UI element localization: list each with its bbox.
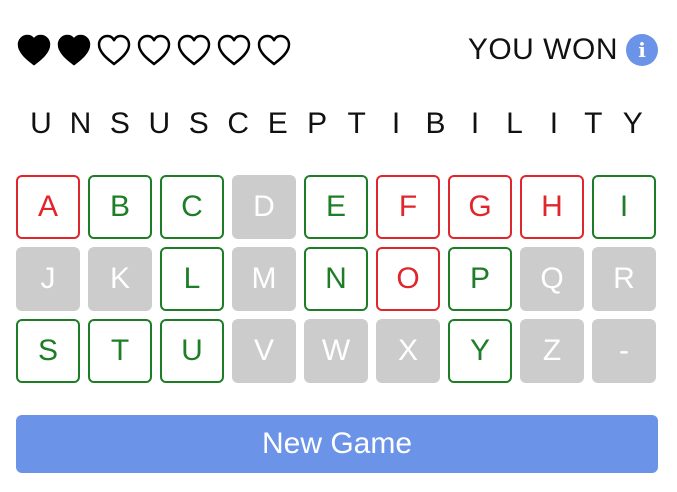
key-k[interactable]: K xyxy=(88,247,152,311)
key-q[interactable]: Q xyxy=(520,247,584,311)
word-letter: N xyxy=(69,107,92,140)
key-f[interactable]: F xyxy=(376,175,440,239)
heart-empty-icon xyxy=(177,34,211,66)
word-letter: S xyxy=(188,107,209,140)
heart-empty-icon xyxy=(97,34,131,66)
key-s[interactable]: S xyxy=(16,319,80,383)
key-a[interactable]: A xyxy=(16,175,80,239)
key-d[interactable]: D xyxy=(232,175,296,239)
word-letter: C xyxy=(227,107,250,140)
key-dash[interactable]: - xyxy=(592,319,656,383)
word-letter: L xyxy=(506,107,523,140)
key-e[interactable]: E xyxy=(304,175,368,239)
key-z[interactable]: Z xyxy=(520,319,584,383)
word-letter: U xyxy=(148,107,171,140)
key-y[interactable]: Y xyxy=(448,319,512,383)
word-display: UNSUSCEPTIBILITY xyxy=(16,106,658,142)
key-u[interactable]: U xyxy=(160,319,224,383)
word-letter: S xyxy=(109,107,130,140)
key-w[interactable]: W xyxy=(304,319,368,383)
new-game-button[interactable]: New Game xyxy=(16,415,658,473)
info-icon[interactable]: i xyxy=(626,34,658,66)
word-letter: Y xyxy=(622,107,643,140)
word-letter: I xyxy=(549,107,559,140)
key-h[interactable]: H xyxy=(520,175,584,239)
key-c[interactable]: C xyxy=(160,175,224,239)
key-n[interactable]: N xyxy=(304,247,368,311)
key-b[interactable]: B xyxy=(88,175,152,239)
key-l[interactable]: L xyxy=(160,247,224,311)
top-bar: YOU WON i xyxy=(16,32,658,68)
heart-full-icon xyxy=(17,34,51,66)
key-o[interactable]: O xyxy=(376,247,440,311)
word-letter: I xyxy=(391,107,401,140)
word-letter: E xyxy=(267,107,288,140)
key-x[interactable]: X xyxy=(376,319,440,383)
letter-keyboard: ABCDEFGHI JKLMNOPQR STUVWXYZ- xyxy=(16,175,658,383)
word-letter: U xyxy=(30,107,52,140)
key-p[interactable]: P xyxy=(448,247,512,311)
heart-full-icon xyxy=(57,34,91,66)
key-m[interactable]: M xyxy=(232,247,296,311)
word-letter: T xyxy=(347,107,366,140)
word-letter: P xyxy=(307,107,328,140)
key-j[interactable]: J xyxy=(16,247,80,311)
lives-indicator xyxy=(16,34,292,66)
game-status: YOU WON i xyxy=(468,33,658,67)
word-letter: I xyxy=(470,107,480,140)
heart-empty-icon xyxy=(137,34,171,66)
word-letter: B xyxy=(425,107,446,140)
key-v[interactable]: V xyxy=(232,319,296,383)
key-g[interactable]: G xyxy=(448,175,512,239)
status-text: YOU WON xyxy=(467,33,618,66)
heart-empty-icon xyxy=(217,34,251,66)
key-i[interactable]: I xyxy=(592,175,656,239)
key-t[interactable]: T xyxy=(88,319,152,383)
word-letter: T xyxy=(584,107,603,140)
key-r[interactable]: R xyxy=(592,247,656,311)
heart-empty-icon xyxy=(257,34,291,66)
